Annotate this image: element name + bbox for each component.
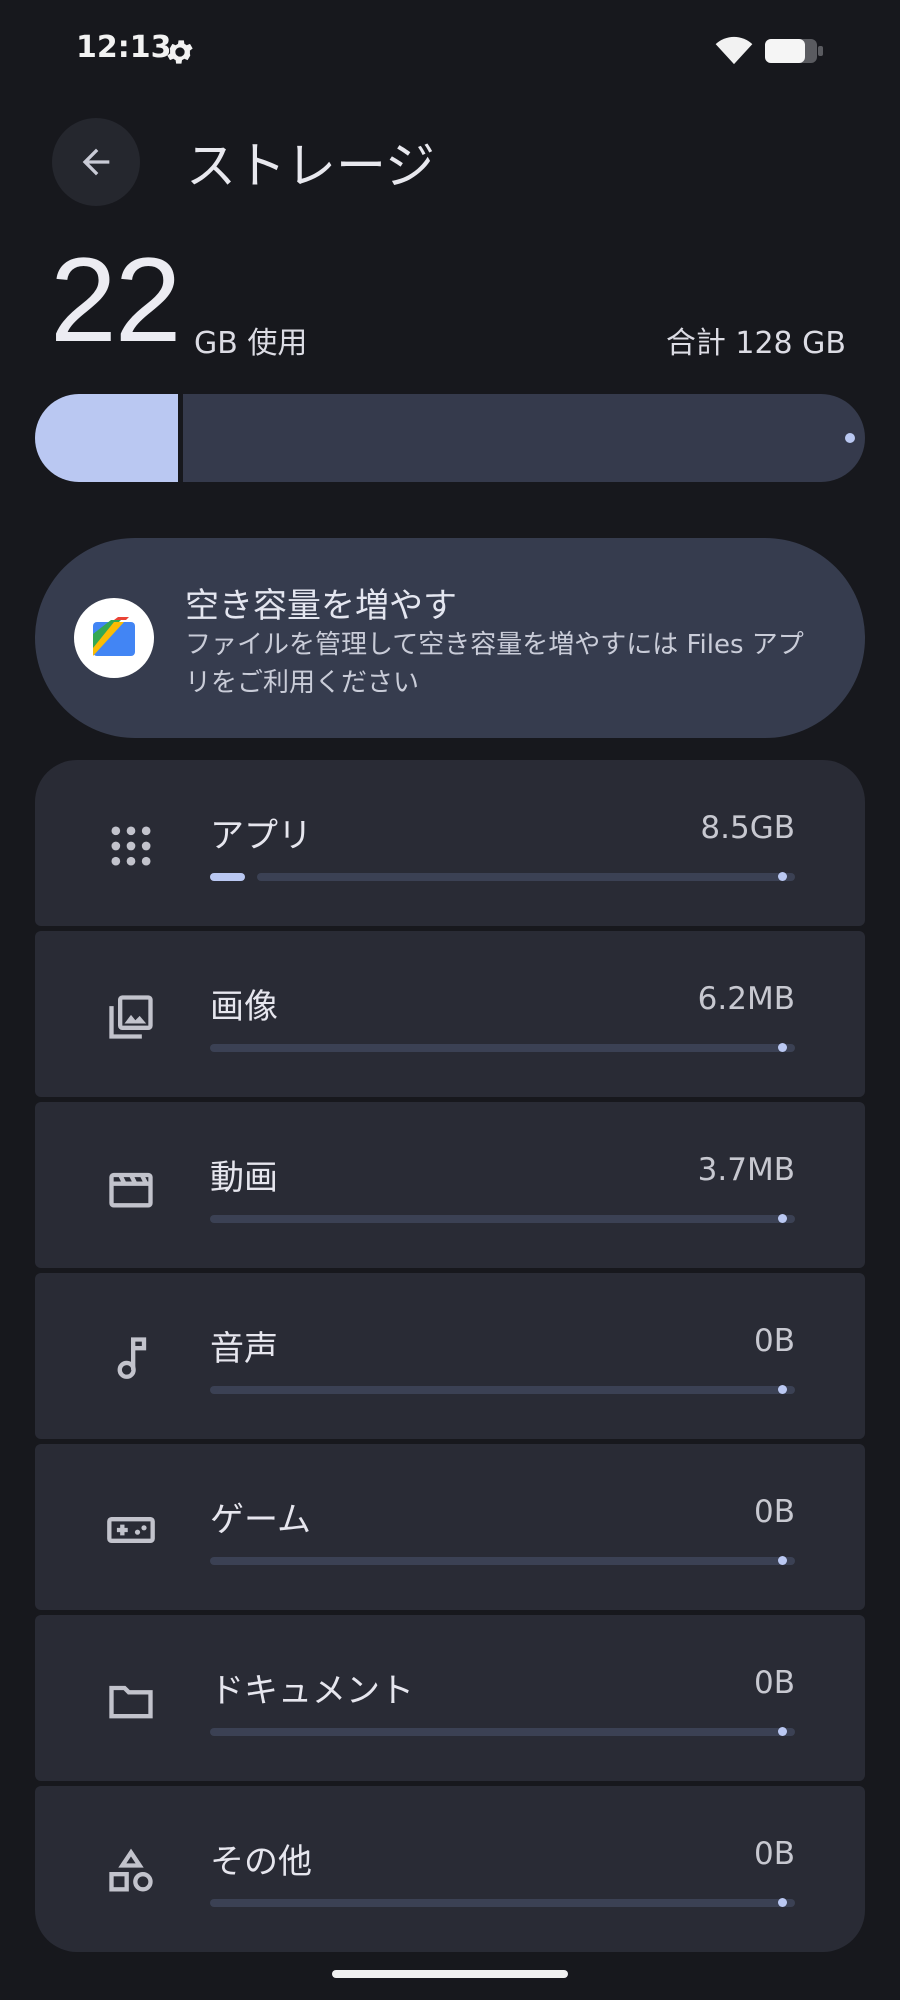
- apps-grid-icon: [111, 826, 151, 866]
- category-bar-end-dot: [778, 1043, 787, 1052]
- storage-usage-track: [183, 394, 865, 482]
- category-label: アプリ: [210, 816, 312, 856]
- category-label: その他: [210, 1842, 312, 1882]
- storage-categories-list: アプリ 8.5GB 画像 6.2MB 動画 3.7MB 音声 0B ゲーム 0B…: [35, 760, 865, 1957]
- used-storage-value: 22: [50, 233, 181, 367]
- category-usage-bar: [210, 1556, 795, 1565]
- category-images[interactable]: 画像 6.2MB: [35, 931, 865, 1097]
- images-icon: [109, 995, 153, 1039]
- category-label: 動画: [210, 1158, 278, 1198]
- folder-icon: [109, 1685, 153, 1719]
- category-usage-track: [210, 1386, 795, 1394]
- storage-bar-end-dot: [845, 433, 855, 443]
- used-storage-unit: GB 使用: [194, 326, 308, 361]
- status-time: 12:13: [76, 30, 172, 65]
- category-size: 0B: [754, 1665, 795, 1701]
- storage-usage-fill: [35, 394, 178, 482]
- category-label: ゲーム: [210, 1500, 311, 1540]
- category-label: 画像: [210, 987, 278, 1027]
- category-usage-fill: [210, 873, 245, 881]
- category-label: ドキュメント: [210, 1671, 414, 1711]
- category-usage-bar: [210, 1214, 795, 1223]
- category-videos[interactable]: 動画 3.7MB: [35, 1102, 865, 1268]
- free-up-space-description: ファイルを管理して空き容量を増やすには Files アプリをご利用ください: [185, 630, 804, 698]
- free-up-space-title: 空き容量を増やす: [185, 586, 457, 626]
- category-usage-bar: [210, 1727, 795, 1736]
- category-bar-end-dot: [778, 872, 787, 881]
- category-usage-track: [210, 1215, 795, 1223]
- category-apps[interactable]: アプリ 8.5GB: [35, 760, 865, 926]
- category-size: 8.5GB: [700, 810, 795, 846]
- category-bar-end-dot: [778, 1898, 787, 1907]
- category-bar-end-dot: [778, 1556, 787, 1565]
- video-icon: [109, 1172, 153, 1208]
- files-app-icon: [74, 598, 154, 678]
- shapes-icon: [109, 1848, 153, 1892]
- battery-icon: [765, 39, 823, 63]
- category-size: 3.7MB: [697, 1152, 795, 1188]
- category-usage-bar: [210, 1043, 795, 1052]
- home-indicator[interactable]: [332, 1970, 568, 1978]
- category-audio[interactable]: 音声 0B: [35, 1273, 865, 1439]
- arrow-back-icon: [82, 148, 110, 176]
- category-size: 0B: [754, 1494, 795, 1530]
- category-label: 音声: [210, 1329, 278, 1369]
- category-usage-track: [257, 873, 795, 881]
- page-title: ストレージ: [186, 137, 435, 195]
- gear-icon: [167, 40, 193, 64]
- category-games[interactable]: ゲーム 0B: [35, 1444, 865, 1610]
- category-size: 0B: [754, 1323, 795, 1359]
- gamepad-icon: [107, 1517, 155, 1543]
- category-bar-end-dot: [778, 1727, 787, 1736]
- category-bar-end-dot: [778, 1385, 787, 1394]
- category-usage-bar: [210, 872, 795, 881]
- category-usage-bar: [210, 1385, 795, 1394]
- status-bar: 12:13: [0, 0, 900, 100]
- category-usage-track: [210, 1044, 795, 1052]
- category-documents[interactable]: ドキュメント 0B: [35, 1615, 865, 1781]
- category-usage-track: [210, 1728, 795, 1736]
- back-button[interactable]: [52, 118, 140, 206]
- storage-usage-bar: [35, 394, 865, 482]
- category-usage-track: [210, 1899, 795, 1907]
- category-usage-bar: [210, 1898, 795, 1907]
- total-storage-label: 合計 128 GB: [665, 326, 846, 361]
- wifi-icon: [715, 36, 753, 65]
- music-note-icon: [117, 1337, 147, 1379]
- category-size: 6.2MB: [697, 981, 795, 1017]
- free-up-space-card[interactable]: 空き容量を増やす ファイルを管理して空き容量を増やすには Files アプリをご…: [35, 538, 865, 738]
- category-other[interactable]: その他 0B: [35, 1786, 865, 1952]
- category-size: 0B: [754, 1836, 795, 1872]
- category-usage-track: [210, 1557, 795, 1565]
- category-bar-end-dot: [778, 1214, 787, 1223]
